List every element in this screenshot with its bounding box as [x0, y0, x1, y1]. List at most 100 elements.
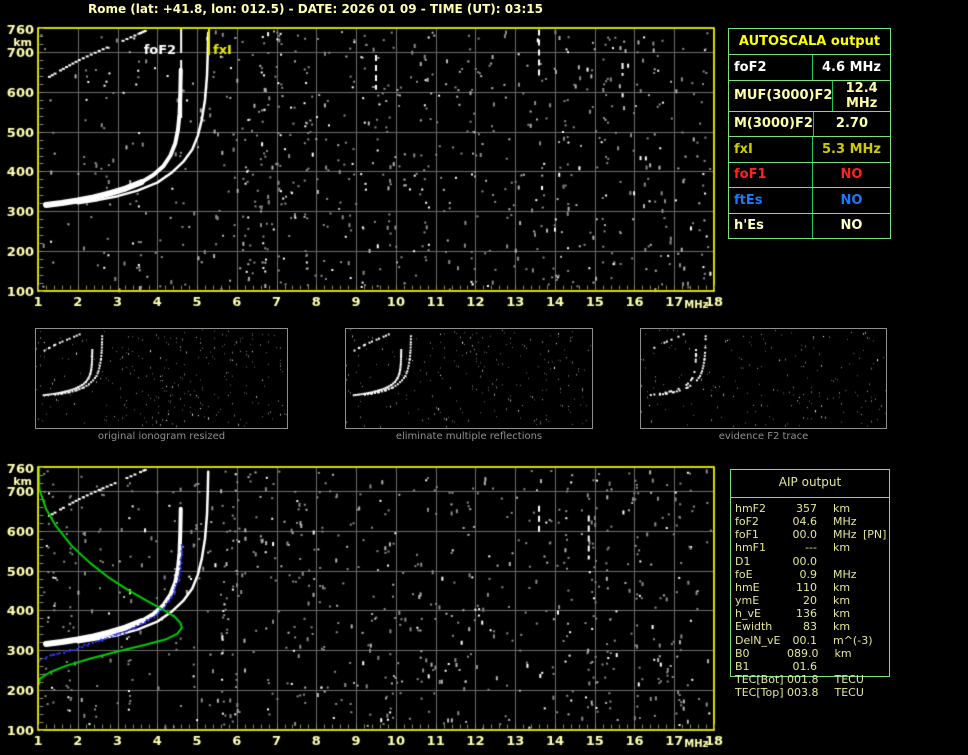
aip-note: [865, 686, 891, 699]
autoscala-row-3: fxI 5.3 MHz: [729, 136, 890, 162]
autoscala-row-label: ftEs: [734, 192, 763, 208]
aip-unit: MHz: [833, 515, 857, 529]
aip-row-2: foF1 00.0 MHz [PN]: [730, 528, 890, 541]
caption-eliminate-reflections: eliminate multiple reflections: [395, 431, 543, 442]
aip-value: 089.0: [787, 646, 819, 660]
aip-unit: MHz: [833, 567, 857, 581]
autoscala-row-4: foF1 NO: [729, 161, 890, 187]
autoscala-app-window: { "title": "Rome (lat: +41.8, lon: 012.5…: [0, 0, 968, 755]
aip-note: [863, 555, 890, 568]
aip-row-0: hmF2 357 km: [730, 502, 890, 515]
aip-value: 003.8: [787, 686, 819, 700]
aip-row-6: hmE 110 km: [730, 581, 890, 594]
aip-row-5: foE 0.9 MHz: [730, 568, 890, 581]
autoscala-row-1: MUF(3000)F2 12.4 MHz: [729, 79, 890, 111]
aip-name: h_vE: [735, 607, 761, 621]
aip-row-7: ymE 20 km: [730, 594, 890, 607]
aip-note: [863, 607, 890, 620]
aip-row-13: TEC[Bot] 001.8 TECU: [730, 673, 890, 686]
autoscala-row-label: h'Es: [734, 218, 764, 234]
aip-note: [863, 594, 890, 607]
aip-unit: TECU: [834, 672, 864, 686]
aip-unit: km: [833, 594, 851, 608]
aip-row-1: foF2 04.6 MHz: [730, 515, 890, 528]
aip-table-title: AIP output: [778, 475, 842, 489]
aip-row-10: DelN_vE 00.1 m^(-3): [730, 634, 890, 647]
autoscala-row-label: foF2: [734, 59, 767, 75]
aip-note: [863, 502, 890, 515]
aip-unit: MHz: [833, 528, 857, 542]
aip-name: B1: [735, 659, 750, 673]
aip-note: [863, 541, 890, 554]
aip-row-11: B0 089.0 km: [730, 647, 890, 660]
aip-unit: TECU: [834, 686, 864, 700]
aip-name: DelN_vE: [735, 633, 781, 647]
autoscala-row-value: NO: [812, 162, 890, 187]
aip-name: ymE: [735, 594, 760, 608]
aip-note: [863, 581, 890, 594]
aip-unit: km: [834, 646, 852, 660]
aip-value: 00.1: [792, 633, 818, 647]
aip-name: B0: [735, 646, 750, 660]
aip-value: 001.8: [787, 672, 819, 686]
aip-name: hmE: [735, 580, 760, 594]
top-ionogram-canvas: [0, 18, 728, 316]
autoscala-row-label: M(3000)F2: [734, 116, 813, 132]
aip-unit: km: [833, 580, 851, 594]
aip-note: [863, 515, 890, 528]
aip-value: 04.6: [792, 515, 818, 529]
aip-note: [PN]: [863, 528, 887, 542]
aip-unit: km: [833, 541, 851, 555]
aip-name: foF1: [735, 528, 759, 542]
aip-row-3: hmF1 --- km: [730, 541, 890, 554]
autoscala-row-label: fxI: [734, 141, 753, 157]
aip-unit: [833, 660, 863, 673]
aip-unit: [833, 555, 863, 568]
thumbnail-evidence-f2-trace: [640, 328, 887, 429]
aip-value: ---: [805, 541, 817, 555]
aip-name: hmF2: [735, 502, 767, 515]
aip-name: Ewidth: [735, 620, 773, 634]
caption-original-ionogram: original ionogram resized: [97, 431, 226, 442]
aip-name: foF2: [735, 515, 759, 529]
autoscala-row-6: h'Es NO: [729, 212, 890, 238]
aip-value: 00.0: [792, 554, 818, 568]
aip-unit: km: [833, 620, 851, 634]
aip-name: hmF1: [735, 541, 767, 555]
autoscala-table-rows: foF2 4.6 MHz MUF(3000)F2 12.4 MHz M(3000)F2 2…: [729, 55, 890, 238]
aip-value: 20: [803, 594, 817, 608]
autoscala-row-value: 5.3 MHz: [812, 137, 890, 162]
aip-note: [872, 634, 890, 647]
aip-name: TEC[Bot]: [735, 672, 784, 686]
page-title: Rome (lat: +41.8, lon: 012.5) - DATE: 20…: [88, 2, 543, 16]
aip-name: TEC[Top]: [735, 686, 784, 700]
autoscala-row-label: foF1: [734, 167, 767, 183]
autoscala-row-value: NO: [812, 213, 890, 238]
autoscala-row-0: foF2 4.6 MHz: [729, 55, 890, 80]
aip-value: 01.6: [792, 659, 818, 673]
aip-value: 83: [803, 620, 817, 634]
aip-table-separator: [730, 497, 890, 498]
autoscala-output-table: AUTOSCALA output foF2 4.6 MHz MUF(3000)F2 1…: [728, 28, 891, 239]
aip-note: [865, 647, 891, 660]
aip-row-9: Ewidth 83 km: [730, 620, 890, 633]
aip-value: 136: [796, 607, 817, 621]
aip-unit: km: [833, 502, 851, 515]
autoscala-row-value: 4.6 MHz: [812, 55, 890, 80]
autoscala-row-5: ftEs NO: [729, 187, 890, 213]
thumbnail-original-ionogram: [35, 328, 288, 429]
aip-value: 357: [796, 502, 817, 515]
aip-note: [865, 673, 891, 686]
aip-value: 0.9: [799, 567, 818, 581]
aip-value: 110: [796, 580, 817, 594]
aip-name: foE: [735, 567, 753, 581]
thumbnail-eliminate-reflections: [345, 328, 593, 429]
aip-note: [863, 620, 890, 633]
aip-value: 00.0: [792, 528, 818, 542]
aip-note: [863, 660, 890, 673]
aip-row-4: D1 00.0: [730, 555, 890, 568]
aip-unit: km: [833, 607, 851, 621]
aip-name: D1: [735, 554, 751, 568]
autoscala-row-value: 12.4 MHz: [832, 80, 890, 111]
autoscala-row-value: 2.70: [812, 111, 890, 136]
